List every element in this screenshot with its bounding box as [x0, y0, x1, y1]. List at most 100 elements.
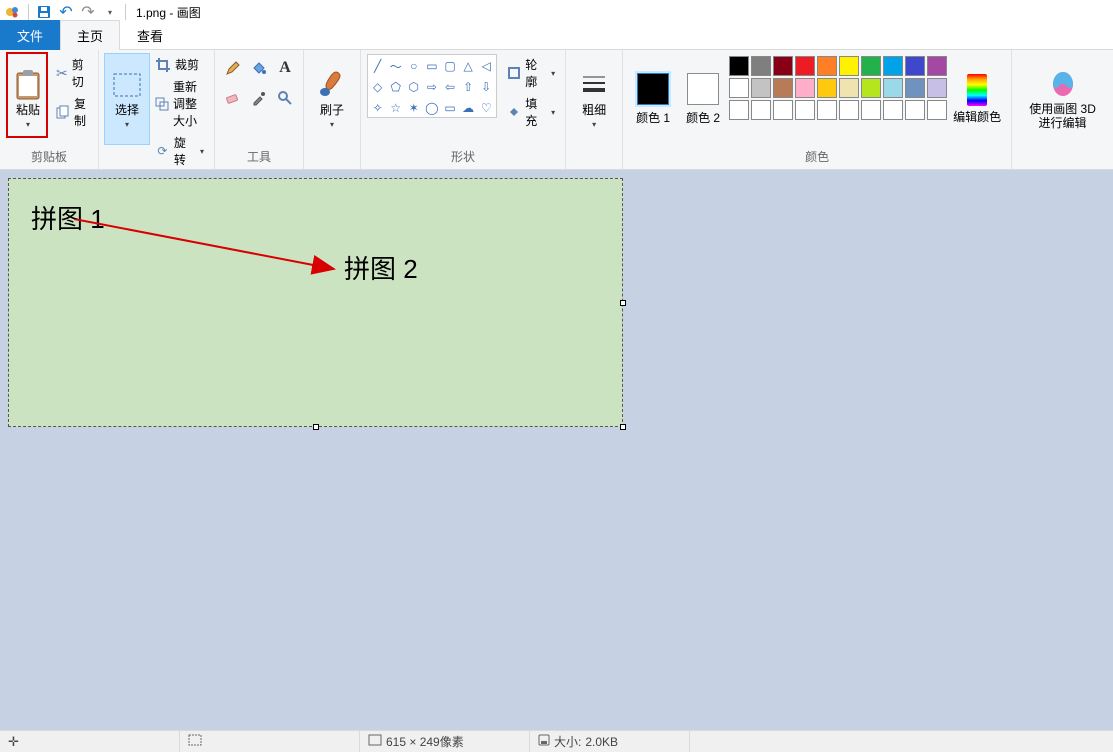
ribbon-group-label: 剪贴板: [31, 146, 67, 167]
shape-arrow-r[interactable]: ⇨: [423, 77, 440, 97]
color-swatch-empty[interactable]: [751, 100, 771, 120]
canvas-text-2: 拼图 2: [344, 249, 418, 286]
color-swatch[interactable]: [817, 78, 837, 98]
brushes-label: 刷子: [320, 103, 344, 117]
shape-line[interactable]: ╱: [369, 56, 386, 76]
color-swatch[interactable]: [861, 78, 881, 98]
resize-handle-corner[interactable]: [620, 424, 626, 430]
color-swatch[interactable]: [927, 56, 947, 76]
shape-curve[interactable]: 〜: [387, 56, 404, 76]
shape-heart[interactable]: ♡: [478, 98, 495, 118]
resize-handle-right[interactable]: [620, 300, 626, 306]
shape-roundrect[interactable]: ▢: [441, 56, 458, 76]
color-swatch-empty[interactable]: [773, 100, 793, 120]
pencil-tool[interactable]: [221, 54, 245, 82]
save-icon[interactable]: [35, 3, 53, 21]
undo-icon[interactable]: ↶: [57, 3, 75, 21]
ribbon-group-clipboard: 粘贴 ▾ ✂ 剪切 复制 剪贴板: [0, 50, 99, 169]
color-swatch[interactable]: [905, 56, 925, 76]
redo-icon[interactable]: ↷: [79, 3, 97, 21]
color-swatch[interactable]: [883, 56, 903, 76]
shape-star6[interactable]: ✶: [405, 98, 422, 118]
shapes-gallery[interactable]: ╱ 〜 ○ ▭ ▢ △ ◁ ◇ ⬠ ⬡ ⇨ ⇦ ⇧ ⇩ ✧ ☆ ✶ ◯ ▭ ☁: [367, 54, 497, 118]
shape-oval[interactable]: ○: [405, 56, 422, 76]
outline-button[interactable]: 轮廓 ▾: [503, 54, 559, 92]
shape-arrow-l[interactable]: ⇦: [441, 77, 458, 97]
shape-polygon[interactable]: △: [460, 56, 477, 76]
canvas[interactable]: 拼图 1 拼图 2: [8, 178, 623, 427]
magnifier-tool[interactable]: [273, 84, 297, 112]
shape-star5[interactable]: ☆: [387, 98, 404, 118]
copy-button[interactable]: 复制: [52, 93, 92, 131]
shape-star4[interactable]: ✧: [369, 98, 386, 118]
edit-colors-button[interactable]: 编辑颜色: [949, 54, 1005, 144]
color-swatch-empty[interactable]: [927, 100, 947, 120]
ribbon-group-label: [330, 149, 333, 167]
thickness-button[interactable]: 粗细 ▾: [572, 54, 616, 144]
color-swatch[interactable]: [773, 78, 793, 98]
color-swatch-empty[interactable]: [817, 100, 837, 120]
ribbon-group-image: 选择 ▾ 裁剪 重新调整大小 ⟳ 旋转: [99, 50, 215, 169]
color2-button[interactable]: 颜色 2: [679, 54, 727, 144]
color-swatch-empty[interactable]: [839, 100, 859, 120]
shape-arrow-d[interactable]: ⇩: [478, 77, 495, 97]
shape-pentagon[interactable]: ⬠: [387, 77, 404, 97]
paste-button[interactable]: 粘贴 ▾: [6, 54, 50, 144]
color-swatch[interactable]: [795, 56, 815, 76]
shape-rect[interactable]: ▭: [423, 56, 440, 76]
qat-customize-icon[interactable]: ▾: [101, 3, 119, 21]
color-swatch[interactable]: [839, 78, 859, 98]
color-swatch[interactable]: [839, 56, 859, 76]
shape-triangle[interactable]: ◁: [478, 56, 495, 76]
color-swatch-empty[interactable]: [883, 100, 903, 120]
shape-diamond[interactable]: ◇: [369, 77, 386, 97]
tab-file[interactable]: 文件: [0, 20, 60, 50]
status-dimensions: 615 × 249像素: [360, 731, 530, 752]
chevron-down-icon: ▾: [551, 108, 555, 117]
tab-view[interactable]: 查看: [120, 20, 180, 50]
fill-tool[interactable]: [247, 54, 271, 82]
color1-button[interactable]: 颜色 1: [629, 54, 677, 144]
brushes-button[interactable]: 刷子 ▾: [310, 54, 354, 144]
color-swatch[interactable]: [751, 78, 771, 98]
canvas-workarea[interactable]: 拼图 1 拼图 2: [0, 170, 1113, 730]
color-swatch-empty[interactable]: [905, 100, 925, 120]
select-button[interactable]: 选择 ▾: [105, 54, 149, 144]
color-swatch-empty[interactable]: [729, 100, 749, 120]
outline-icon: [507, 65, 522, 81]
scissors-icon: ✂: [56, 65, 68, 81]
fill-button[interactable]: 填充 ▾: [503, 93, 559, 131]
resize-button[interactable]: 重新调整大小: [151, 76, 208, 131]
shape-hexagon[interactable]: ⬡: [405, 77, 422, 97]
color-swatch[interactable]: [861, 56, 881, 76]
paint3d-button[interactable]: 使用画图 3D 进行编辑: [1018, 54, 1107, 144]
separator: [28, 4, 29, 20]
shape-arrow-u[interactable]: ⇧: [460, 77, 477, 97]
rotate-button[interactable]: ⟳ 旋转 ▾: [151, 132, 208, 170]
resize-icon: [155, 96, 169, 112]
color-swatch[interactable]: [927, 78, 947, 98]
shape-callout-cloud[interactable]: ☁: [460, 98, 477, 118]
color-swatch[interactable]: [883, 78, 903, 98]
tab-home[interactable]: 主页: [60, 20, 120, 50]
annotation-arrow: [74, 219, 354, 279]
resize-handle-bottom[interactable]: [313, 424, 319, 430]
color-swatch[interactable]: [773, 56, 793, 76]
eyedropper-tool[interactable]: [247, 84, 271, 112]
color-swatch-empty[interactable]: [795, 100, 815, 120]
rainbow-icon: [967, 74, 987, 106]
shape-callout-round[interactable]: ◯: [423, 98, 440, 118]
color-swatch[interactable]: [729, 78, 749, 98]
shape-callout-rect[interactable]: ▭: [441, 98, 458, 118]
color-swatch[interactable]: [751, 56, 771, 76]
color-swatch[interactable]: [795, 78, 815, 98]
color-swatch-empty[interactable]: [861, 100, 881, 120]
crop-button[interactable]: 裁剪: [151, 54, 208, 75]
color-swatch[interactable]: [817, 56, 837, 76]
cut-button[interactable]: ✂ 剪切: [52, 54, 92, 92]
color-palette-row1: [729, 56, 947, 76]
eraser-tool[interactable]: [221, 84, 245, 112]
color-swatch[interactable]: [905, 78, 925, 98]
color-swatch[interactable]: [729, 56, 749, 76]
text-tool[interactable]: A: [273, 54, 297, 82]
